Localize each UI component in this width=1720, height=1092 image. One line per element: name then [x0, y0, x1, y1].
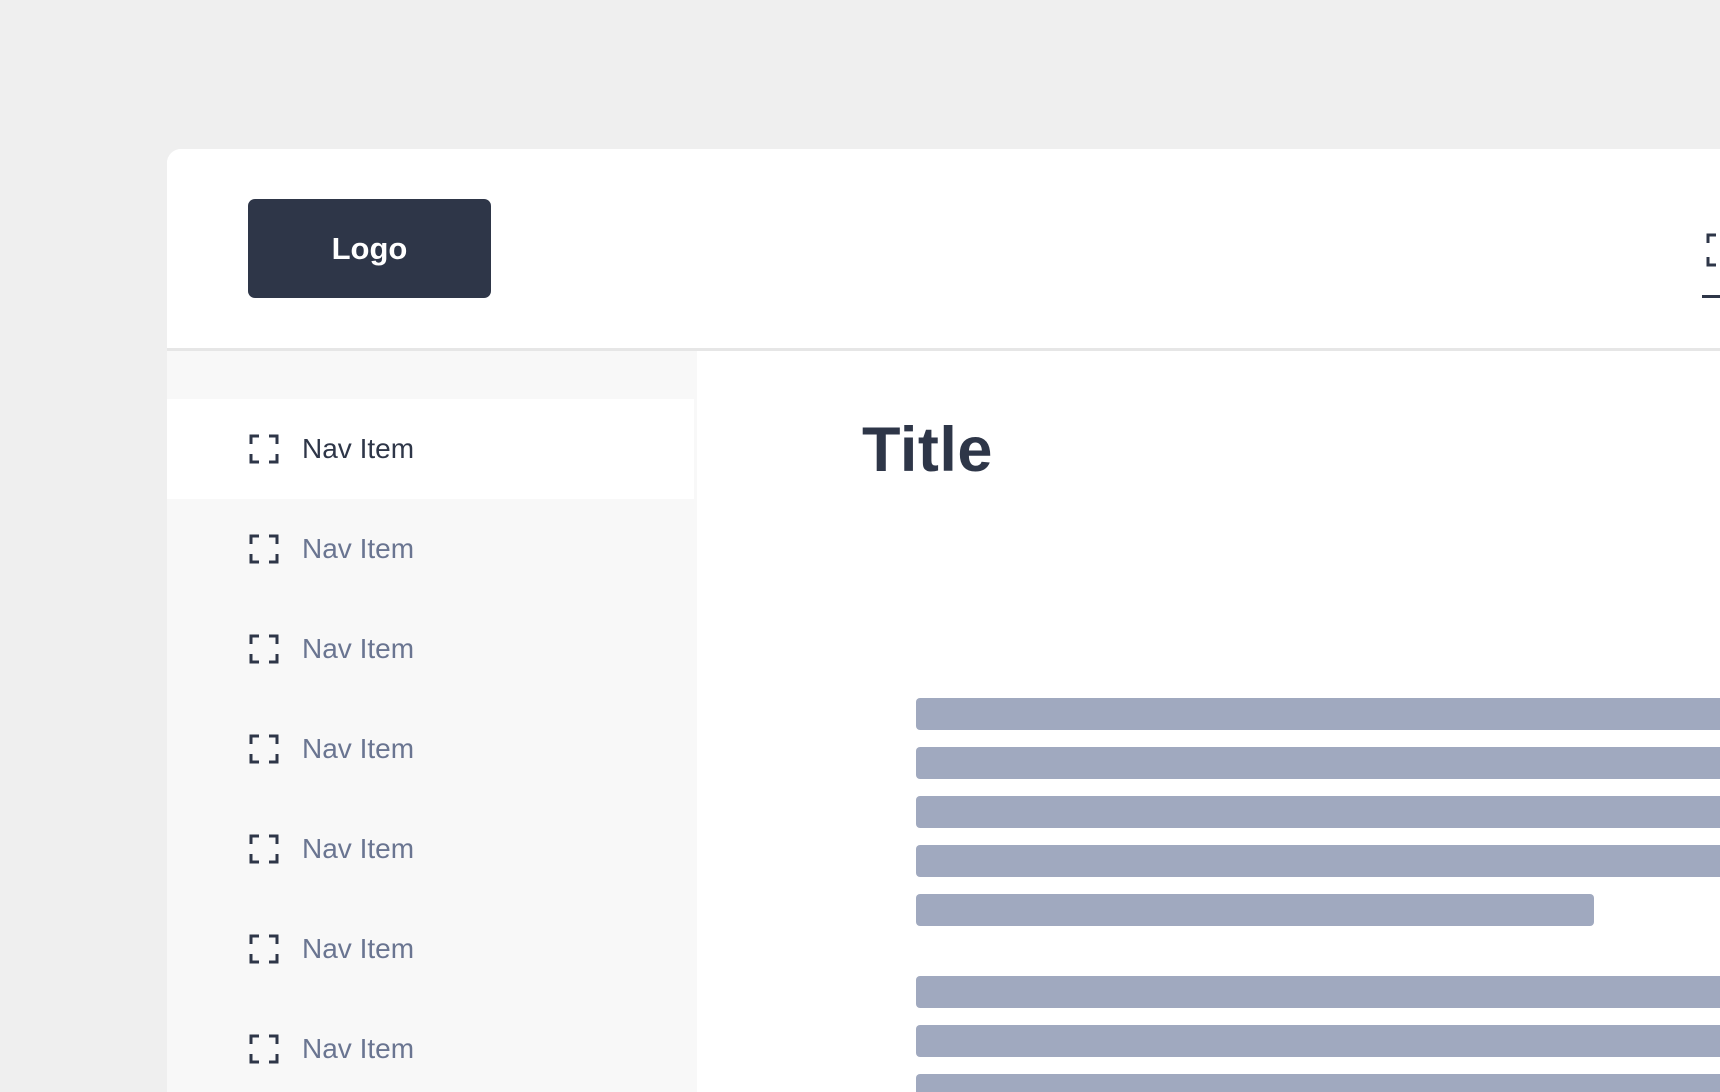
content-placeholder-line: [916, 747, 1720, 779]
page-title: Title: [862, 415, 993, 485]
sidebar-item-3[interactable]: Nav Item: [167, 599, 694, 699]
content-placeholder-line: [916, 894, 1594, 926]
sidebar: Nav Item Nav Item Nav Item Nav Item Nav …: [167, 351, 697, 1092]
sidebar-item-label: Nav Item: [302, 1033, 415, 1064]
content-placeholder-line: [916, 1074, 1720, 1092]
focus-frame-icon: [249, 534, 279, 564]
content-placeholder-line: [916, 1025, 1720, 1057]
sidebar-item-label: Nav Item: [302, 833, 415, 864]
content-placeholder-line: [916, 796, 1720, 828]
sidebar-item-7[interactable]: Nav Item: [167, 999, 694, 1092]
focus-frame-icon: [249, 734, 279, 764]
sidebar-item-label: Nav Item: [302, 633, 415, 664]
focus-frame-icon[interactable]: [1706, 231, 1720, 281]
focus-frame-icon: [249, 934, 279, 964]
top-header: Logo: [167, 149, 1720, 351]
active-tab-underline: [1702, 295, 1720, 298]
sidebar-item-6[interactable]: Nav Item: [167, 899, 694, 999]
content-placeholder-line: [916, 845, 1720, 877]
logo[interactable]: Logo: [248, 199, 491, 298]
sidebar-item-label: Nav Item: [302, 933, 415, 964]
sidebar-item-label: Nav Item: [302, 533, 415, 564]
focus-frame-icon: [249, 834, 279, 864]
sidebar-item-label: Nav Item: [302, 733, 415, 764]
content-placeholder-line: [916, 698, 1720, 730]
sidebar-item-2[interactable]: Nav Item: [167, 499, 694, 599]
sidebar-item-label: Nav Item: [302, 433, 415, 464]
sidebar-item-1[interactable]: Nav Item: [167, 399, 694, 499]
content-placeholder-line: [916, 976, 1720, 1008]
focus-frame-icon: [249, 634, 279, 664]
focus-frame-icon: [249, 1034, 279, 1064]
app-window: Logo Nav Item Nav Item Nav Item Nav Item…: [167, 149, 1720, 1092]
sidebar-item-5[interactable]: Nav Item: [167, 799, 694, 899]
focus-frame-icon: [249, 434, 279, 464]
sidebar-item-4[interactable]: Nav Item: [167, 699, 694, 799]
